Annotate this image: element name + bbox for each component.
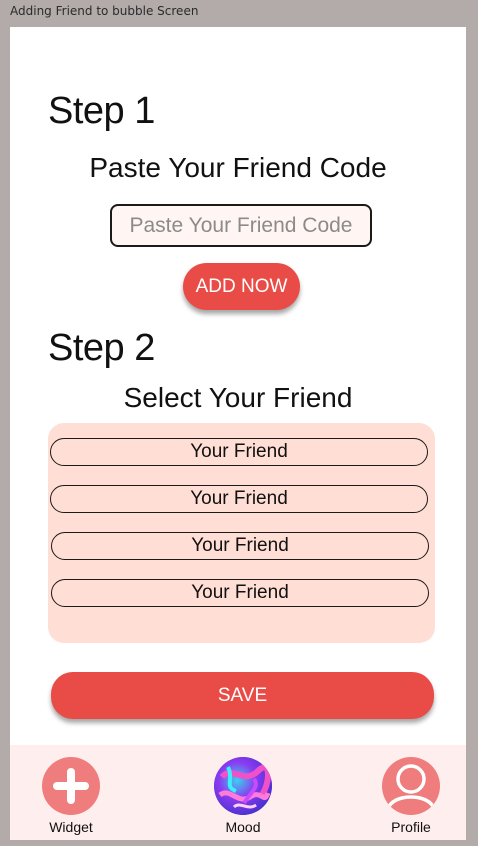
step1-title: Step 1 — [48, 90, 155, 132]
phone-screen: Step 1 Paste Your Friend Code ADD NOW St… — [10, 27, 466, 840]
window-title: Adding Friend to bubble Screen — [10, 4, 199, 18]
nav-profile[interactable]: Profile — [371, 757, 451, 835]
nav-mood-label: Mood — [225, 819, 261, 835]
plus-icon — [42, 757, 100, 815]
friend-item[interactable]: Your Friend — [50, 485, 428, 513]
friend-item[interactable]: Your Friend — [51, 532, 429, 560]
step1-subtitle: Paste Your Friend Code — [89, 152, 387, 183]
nav-mood[interactable]: Mood — [203, 757, 283, 835]
save-button[interactable]: SAVE — [51, 672, 434, 719]
profile-icon — [382, 757, 440, 815]
add-now-button[interactable]: ADD NOW — [183, 263, 300, 310]
nav-widget-label: Widget — [49, 819, 93, 835]
friend-item[interactable]: Your Friend — [51, 579, 429, 607]
mood-swirl-icon — [214, 757, 272, 815]
step2-title: Step 2 — [48, 327, 155, 369]
nav-widget[interactable]: Widget — [31, 757, 111, 835]
step2-subtitle: Select Your Friend — [123, 382, 353, 413]
nav-profile-label: Profile — [391, 819, 431, 835]
friend-list: Your Friend Your Friend Your Friend Your… — [48, 423, 435, 643]
bottom-nav: Widget Mood Profile — [10, 745, 466, 840]
friend-item[interactable]: Your Friend — [50, 438, 428, 466]
friend-code-input[interactable] — [110, 204, 372, 247]
